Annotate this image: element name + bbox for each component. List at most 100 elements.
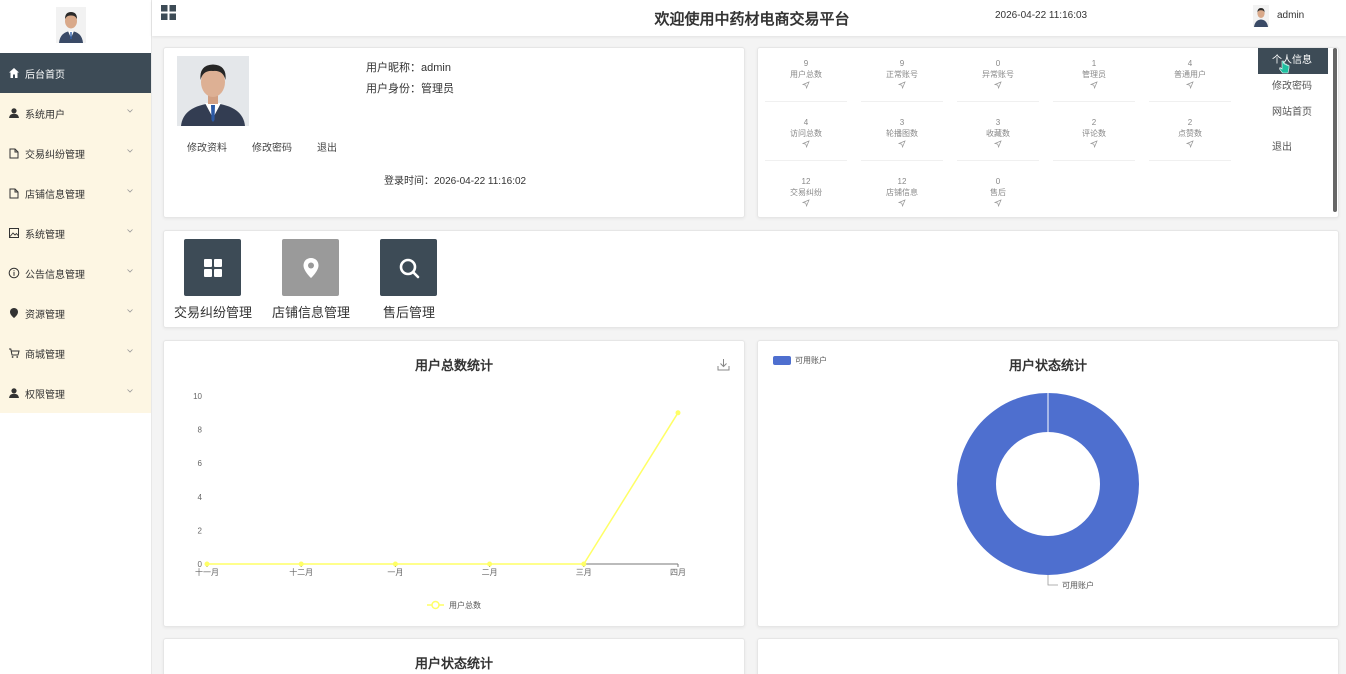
bottom-left-title: 用户状态统计	[414, 656, 493, 671]
stat-label: 评论数	[1082, 129, 1106, 138]
chevron-down-icon	[127, 349, 133, 353]
sidebar-item-7[interactable]: 商城管理	[0, 333, 151, 373]
series-line	[207, 412, 679, 565]
profile-photo	[177, 56, 249, 126]
quick-aftersale-label: 售后管理	[382, 305, 435, 320]
stat-item[interactable]: 4 普通用户	[1149, 58, 1231, 102]
cart-icon	[9, 348, 20, 358]
stat-value: 9	[899, 59, 905, 68]
sidebar-item-label: 系统管理	[25, 229, 65, 241]
dropdown-site-home[interactable]: 网站首页	[1258, 100, 1328, 126]
user-dropdown-menu: 个人信息 修改密码 网站首页 退出	[1258, 48, 1328, 164]
stat-value: 2	[1187, 118, 1193, 127]
x-tick-label: 三月	[576, 568, 592, 577]
stat-item[interactable]: 4 访问总数	[765, 117, 847, 161]
y-tick-label: 10	[193, 392, 202, 401]
stat-value: 1	[1091, 59, 1097, 68]
sidebar-item-label: 公告信息管理	[25, 269, 85, 281]
stat-value: 3	[899, 118, 905, 127]
quick-shop-button[interactable]	[282, 239, 339, 296]
stat-item[interactable]: 9 用户总数	[765, 58, 847, 102]
header-username[interactable]: admin	[1277, 10, 1304, 21]
header-datetime: 2026-04-22 11:16:03	[995, 10, 1088, 21]
x-tick-label: 四月	[670, 568, 686, 577]
send-icon	[898, 199, 906, 207]
logout-link[interactable]: 退出	[317, 139, 337, 154]
stat-label: 轮播图数	[886, 129, 918, 138]
sidebar-item-3[interactable]: 店铺信息管理	[0, 173, 151, 213]
chevron-down-icon	[127, 189, 133, 193]
stat-label: 交易纠纷	[790, 188, 822, 197]
bottom-right-card	[757, 638, 1339, 674]
stat-label: 店铺信息	[886, 188, 918, 197]
sidebar-item-label: 后台首页	[25, 69, 65, 81]
stat-label: 正常账号	[886, 70, 918, 79]
top-header: 欢迎使用中药材电商交易平台 2026-04-22 11:16:03 admin	[152, 0, 1346, 36]
edit-profile-link[interactable]: 修改资料	[187, 139, 227, 154]
data-point	[675, 410, 681, 416]
legend-label: 用户总数	[449, 600, 481, 610]
slice-label: 可用账户	[1062, 580, 1094, 590]
stat-label: 点赞数	[1178, 129, 1202, 138]
stat-item[interactable]: 0 售后	[957, 176, 1039, 220]
login-time-value: 2026-04-22 11:16:02	[434, 176, 527, 187]
stat-item[interactable]: 3 收藏数	[957, 117, 1039, 161]
search-icon	[399, 258, 419, 278]
stat-value: 4	[1187, 59, 1193, 68]
file-icon	[9, 188, 19, 199]
stats-scrollbar[interactable]	[1333, 48, 1337, 212]
send-icon	[1186, 140, 1194, 148]
stat-item[interactable]: 2 点赞数	[1149, 117, 1231, 161]
stat-item[interactable]: 0 异常账号	[957, 58, 1039, 102]
stat-item[interactable]: 1 管理员	[1053, 58, 1135, 102]
change-password-link[interactable]: 修改密码	[252, 139, 292, 154]
send-icon	[802, 81, 810, 89]
sidebar-item-label: 交易纠纷管理	[25, 149, 85, 161]
sidebar-item-6[interactable]: 资源管理	[0, 293, 151, 333]
sidebar-item-2[interactable]: 交易纠纷管理	[0, 133, 151, 173]
user-icon	[9, 388, 19, 398]
sidebar-item-label: 系统用户	[25, 109, 65, 121]
data-point	[487, 561, 493, 567]
dropdown-logout[interactable]: 退出	[1258, 135, 1328, 161]
dropdown-personal-info[interactable]: 个人信息	[1258, 48, 1328, 74]
stat-value: 12	[897, 177, 907, 186]
x-tick-label: 二月	[482, 568, 498, 577]
profile-role-label: 用户身份：	[366, 83, 421, 95]
sidebar-item-1[interactable]: 系统用户	[0, 93, 151, 133]
quick-dispute-button[interactable]	[184, 239, 241, 296]
y-tick-label: 8	[198, 426, 203, 435]
header-avatar[interactable]	[1253, 5, 1269, 27]
send-icon	[1090, 140, 1098, 148]
sidebar-item-0[interactable]: 后台首页	[0, 53, 151, 93]
sidebar-item-label: 资源管理	[25, 309, 65, 321]
send-icon	[802, 199, 810, 207]
sidebar-item-5[interactable]: 公告信息管理	[0, 253, 151, 293]
send-icon	[802, 140, 810, 148]
stat-label: 管理员	[1082, 70, 1106, 79]
dropdown-change-password[interactable]: 修改密码	[1258, 74, 1328, 100]
stat-item[interactable]: 12 交易纠纷	[765, 176, 847, 220]
y-tick-label: 4	[198, 493, 203, 502]
profile-card: 用户昵称：admin 用户身份：管理员 修改资料 修改密码 退出 登录时间：20…	[163, 47, 745, 218]
sidebar-menu: 后台首页系统用户交易纠纷管理店铺信息管理系统管理公告信息管理 资源管理商城管理权限…	[0, 53, 151, 413]
sidebar-item-4[interactable]: 系统管理	[0, 213, 151, 253]
image-icon	[9, 228, 19, 238]
app-root: 后台首页 系统用户 交易纠纷管理 店铺信息管理 系统管理 公告信息管理 资源管理 商城管理 权限…	[0, 0, 1346, 674]
profile-nickname: admin	[421, 62, 451, 74]
stat-item[interactable]: 9 正常账号	[861, 58, 943, 102]
x-tick-label: 十一月	[195, 567, 219, 577]
send-icon	[994, 199, 1002, 207]
stat-item[interactable]: 2 评论数	[1053, 117, 1135, 161]
sidebar-item-label: 商城管理	[25, 349, 65, 361]
quick-shop-label: 店铺信息管理	[271, 305, 350, 320]
grid-menu-icon[interactable]	[161, 5, 176, 20]
stat-item[interactable]: 3 轮播图数	[861, 117, 943, 161]
stat-item[interactable]: 12 店铺信息	[861, 176, 943, 220]
x-tick-label: 十二月	[289, 567, 313, 577]
sidebar-item-8[interactable]: 权限管理	[0, 373, 151, 413]
profile-role-row: 用户身份：管理员	[366, 79, 454, 100]
quick-aftersale-button[interactable]	[380, 239, 437, 296]
line-chart: 0246810十一月 十二月 一月 二月 三月 四月用户总数	[193, 392, 686, 610]
sidebar-item-label: 权限管理	[25, 389, 65, 401]
